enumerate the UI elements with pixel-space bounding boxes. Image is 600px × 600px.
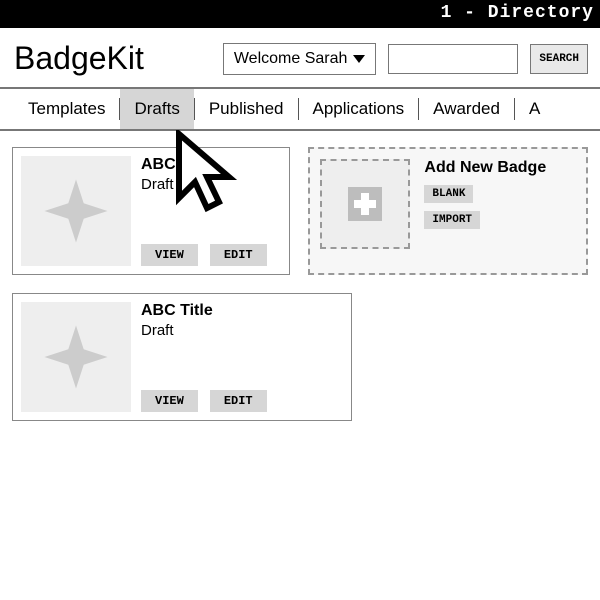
edit-button[interactable]: EDIT [210, 390, 267, 412]
page-label-bar: 1 - Directory [0, 0, 600, 28]
badge-thumbnail [21, 302, 131, 412]
view-button[interactable]: VIEW [141, 244, 198, 266]
tab-more[interactable]: A [515, 89, 554, 129]
tab-drafts[interactable]: Drafts [120, 89, 193, 129]
tab-published[interactable]: Published [195, 89, 298, 129]
badge-title: ABC Title [141, 302, 267, 320]
page-label: 1 - Directory [441, 3, 594, 23]
star-icon [41, 176, 111, 246]
chevron-down-icon [353, 55, 365, 63]
add-badge-thumbnail[interactable] [320, 159, 410, 249]
blank-button[interactable]: BLANK [424, 185, 473, 203]
plus-icon [348, 187, 382, 221]
card-row: ABC Title Draft VIEW EDIT [0, 293, 600, 439]
tab-bar: Templates Drafts Published Applications … [0, 87, 600, 131]
user-dropdown-label: Welcome Sarah [234, 50, 348, 68]
tab-awarded[interactable]: Awarded [419, 89, 514, 129]
import-button[interactable]: IMPORT [424, 211, 480, 229]
brand-logo: BadgeKit [14, 40, 144, 77]
badge-card: ABC Title Draft VIEW EDIT [12, 147, 290, 275]
user-dropdown[interactable]: Welcome Sarah [223, 43, 377, 75]
badge-status: Draft [141, 176, 267, 193]
badge-thumbnail [21, 156, 131, 266]
badge-title: ABC Title [141, 156, 267, 174]
add-badge-body: Add New Badge BLANK IMPORT [424, 159, 546, 263]
star-icon [41, 322, 111, 392]
search-input[interactable] [388, 44, 518, 74]
add-badge-title: Add New Badge [424, 159, 546, 177]
card-row: ABC Title Draft VIEW EDIT Add New Badge … [0, 147, 600, 293]
badge-status: Draft [141, 322, 267, 339]
tab-applications[interactable]: Applications [299, 89, 419, 129]
add-badge-card: Add New Badge BLANK IMPORT [308, 147, 588, 275]
search-button[interactable]: SEARCH [530, 44, 588, 74]
tab-templates[interactable]: Templates [14, 89, 119, 129]
badge-actions: VIEW EDIT [141, 244, 267, 266]
badge-card: ABC Title Draft VIEW EDIT [12, 293, 352, 421]
badge-card-body: ABC Title Draft VIEW EDIT [141, 156, 267, 266]
view-button[interactable]: VIEW [141, 390, 198, 412]
edit-button[interactable]: EDIT [210, 244, 267, 266]
header: BadgeKit Welcome Sarah SEARCH [0, 28, 600, 87]
badge-actions: VIEW EDIT [141, 390, 267, 412]
badge-card-body: ABC Title Draft VIEW EDIT [141, 302, 267, 412]
